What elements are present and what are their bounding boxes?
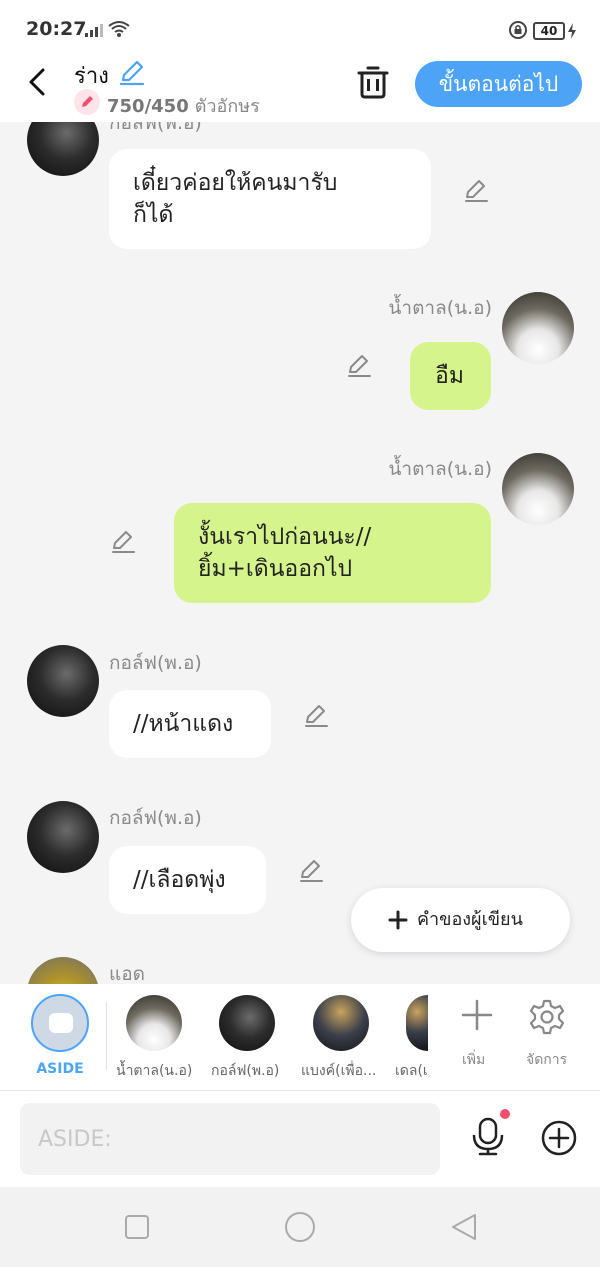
chat-area[interactable]: กอล์ฟ(พ.อ) เดี๋ยวค่อยให้คนมารับ ก็ได้ น้…: [0, 122, 600, 984]
sender-name: น้ำตาล(น.อ): [388, 297, 492, 319]
aside-character-button[interactable]: [31, 994, 89, 1052]
sender-name: แอด: [109, 963, 145, 984]
recent-apps-icon[interactable]: [124, 1214, 150, 1240]
message-bubble[interactable]: งั้นเราไปก่อนนะ// ยิ้ม+เดินออกไป: [174, 503, 491, 603]
author-narration-button[interactable]: คำของผู้เขียน: [351, 888, 570, 952]
pen-badge-icon: [74, 89, 100, 115]
status-time: 20:27: [26, 18, 87, 40]
divider: [106, 1002, 107, 1070]
avatar-ad[interactable]: [27, 957, 99, 984]
sender-name: กอล์ฟ(พ.อ): [109, 807, 202, 829]
message-text-line: งั้นเราไปก่อนนะ//: [198, 524, 372, 550]
draft-title: ร่าง: [74, 64, 109, 89]
edit-title-icon[interactable]: [118, 59, 146, 87]
character-avatar-del[interactable]: [406, 995, 428, 1051]
trash-icon[interactable]: [356, 64, 390, 100]
message-bubble[interactable]: อืม: [410, 342, 491, 410]
character-label: แบงค์(เพื่อ...: [301, 1063, 377, 1079]
message-text-line: ก็ได้: [133, 202, 174, 228]
message-bubble[interactable]: //หน้าแดง: [109, 690, 271, 758]
message-input[interactable]: [20, 1103, 440, 1175]
aside-label: ASIDE: [36, 1061, 84, 1077]
system-nav-bar: [0, 1187, 600, 1267]
add-character-label[interactable]: เพิ่ม: [462, 1049, 485, 1071]
character-count-value: 750/450: [107, 96, 189, 117]
message-composer: [0, 1091, 600, 1187]
message-text-line: //หน้าแดง: [133, 711, 234, 737]
gear-icon[interactable]: [528, 998, 566, 1036]
edit-message-icon[interactable]: [346, 353, 372, 379]
sender-name: กอล์ฟ(พ.อ): [109, 652, 202, 674]
manage-label[interactable]: จัดการ: [526, 1049, 567, 1071]
sender-name: น้ำตาล(น.อ): [388, 458, 492, 480]
battery-icon: 40: [533, 22, 565, 40]
add-circle-icon[interactable]: [540, 1119, 578, 1157]
top-header: ร่าง 750/450 ตัวอักษร ขั้นตอนต่อไป: [0, 56, 600, 122]
mic-icon[interactable]: [470, 1117, 506, 1157]
add-character-icon[interactable]: [460, 998, 494, 1032]
next-step-button[interactable]: ขั้นตอนต่อไป: [415, 61, 582, 107]
character-label: เดล(เ: [395, 1063, 428, 1079]
avatar-golf[interactable]: [27, 801, 99, 873]
character-label: กอล์ฟ(พ.อ): [211, 1063, 280, 1079]
message-text-line: ยิ้ม+เดินออกไป: [198, 556, 353, 582]
aside-message-icon: [49, 1013, 73, 1033]
wifi-icon: [108, 21, 130, 37]
avatar-namtan[interactable]: [502, 453, 574, 525]
character-count: 750/450 ตัวอักษร: [107, 91, 260, 120]
message-text-line: //เลือดพุ่ง: [133, 867, 226, 893]
message-text-line: เดี๋ยวค่อยให้คนมารับ: [133, 170, 338, 196]
message-bubble[interactable]: //เลือดพุ่ง: [109, 846, 266, 914]
author-narration-label: คำของผู้เขียน: [417, 909, 523, 930]
message-bubble[interactable]: เดี๋ยวค่อยให้คนมารับ ก็ได้: [109, 149, 431, 249]
avatar-golf[interactable]: [27, 122, 99, 176]
notification-dot: [500, 1109, 510, 1119]
plus-icon: [388, 910, 408, 930]
avatar-golf[interactable]: [27, 645, 99, 717]
character-count-unit: ตัวอักษร: [194, 96, 260, 117]
edit-message-icon[interactable]: [303, 703, 329, 729]
avatar-namtan[interactable]: [502, 292, 574, 364]
signal-icon: [85, 24, 103, 37]
status-bar: 20:27 40: [0, 0, 600, 56]
edit-message-icon[interactable]: [298, 858, 324, 884]
charging-bolt-icon: [568, 23, 576, 39]
character-label: น้ำตาล(น.อ): [116, 1063, 193, 1079]
edit-message-icon[interactable]: [463, 178, 489, 204]
rotation-lock-icon: [509, 21, 527, 39]
back-nav-icon[interactable]: [450, 1212, 478, 1242]
home-icon[interactable]: [284, 1211, 316, 1243]
character-avatar-namtan[interactable]: [126, 995, 182, 1051]
back-icon[interactable]: [24, 66, 52, 98]
character-avatar-bank[interactable]: [313, 995, 369, 1051]
sender-name: กอล์ฟ(พ.อ): [109, 122, 202, 134]
character-selector-bar: ASIDE น้ำตาล(น.อ) กอล์ฟ(พ.อ) แบงค์(เพื่อ…: [0, 984, 600, 1091]
character-avatar-golf[interactable]: [219, 995, 275, 1051]
edit-message-icon[interactable]: [110, 529, 136, 555]
message-text-line: อืม: [435, 363, 464, 389]
